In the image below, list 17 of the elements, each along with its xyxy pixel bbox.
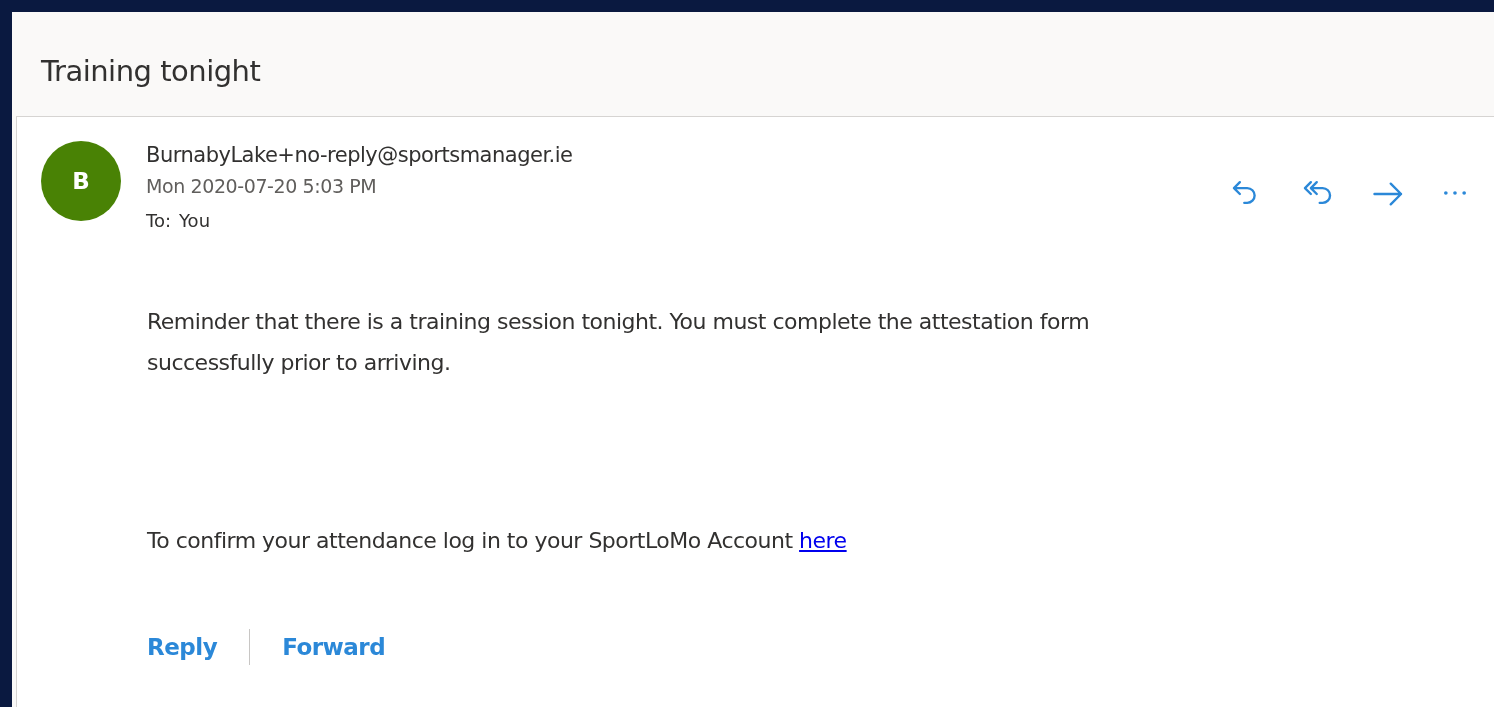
sender-avatar: B: [41, 141, 121, 221]
forward-icon: [1373, 179, 1404, 206]
to-label: To:: [146, 210, 171, 231]
sent-date: Mon 2020-07-20 5:03 PM: [146, 174, 378, 199]
reply-all-button[interactable]: [1302, 179, 1333, 206]
email-subject: Training tonight: [40, 53, 262, 90]
forward-button[interactable]: [1373, 179, 1404, 206]
sender-address: BurnabyLake+no-reply@sportsmanager.ie: [146, 142, 574, 169]
recipient: You: [179, 210, 211, 231]
action-button[interactable]: Reply: [139, 630, 226, 664]
body-paragraph: To confirm your attendance log in to your SportLoMo Account here: [147, 527, 848, 555]
link[interactable]: here: [799, 528, 847, 553]
reply-all-icon: [1302, 179, 1333, 206]
more-icon: [1444, 190, 1466, 195]
more-button[interactable]: [1444, 190, 1466, 195]
action-button[interactable]: Forward: [274, 630, 394, 664]
body-paragraph: Reminder that there is a training session tonight. You must complete the attestation form successfully prior to arriving.: [147, 308, 1091, 377]
